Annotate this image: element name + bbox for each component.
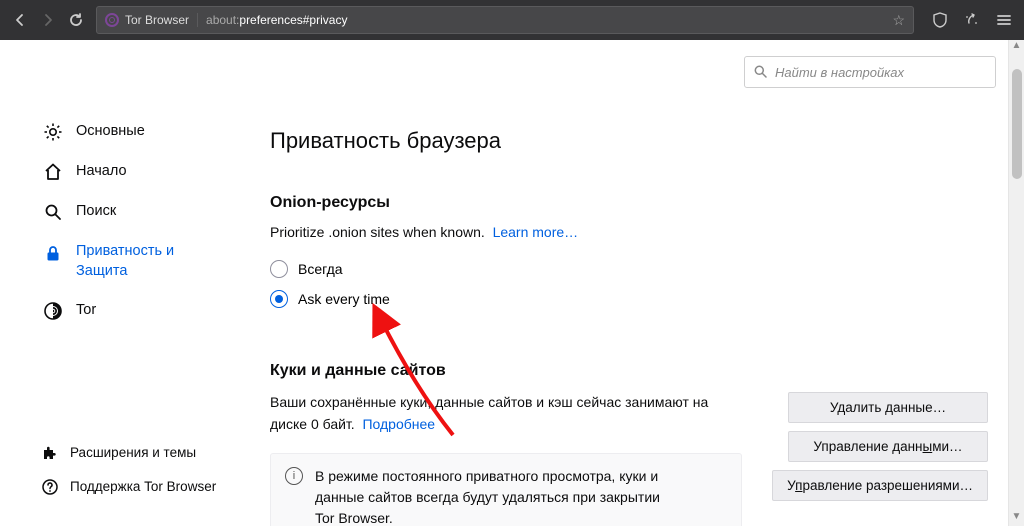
onion-radio-ask[interactable]: Ask every time bbox=[270, 284, 988, 314]
clear-data-button[interactable]: Удалить данные… bbox=[788, 392, 988, 423]
scroll-up-arrow[interactable]: ▲ bbox=[1012, 40, 1022, 51]
sidebar-item-privacy[interactable]: Приватность и Защита bbox=[40, 232, 248, 291]
preferences-content: Приватность браузера Onion-ресурсы Prior… bbox=[248, 40, 1008, 526]
home-icon bbox=[42, 162, 64, 182]
tor-icon bbox=[42, 301, 64, 321]
manage-permissions-button[interactable]: Управление разрешениями… bbox=[772, 470, 988, 501]
cookies-size-text: Ваши сохранённые куки, данные сайтов и к… bbox=[270, 392, 742, 435]
menu-button[interactable] bbox=[990, 6, 1018, 34]
permanent-private-info: i В режиме постоянного приватного просмо… bbox=[270, 453, 742, 526]
identity-label: Tor Browser bbox=[125, 13, 198, 27]
help-icon bbox=[40, 478, 60, 496]
cookies-heading: Куки и данные сайтов bbox=[270, 362, 988, 380]
sidebar-item-tor[interactable]: Tor bbox=[40, 291, 248, 331]
search-preferences bbox=[744, 56, 996, 88]
info-text: В режиме постоянного приватного просмотр… bbox=[315, 466, 675, 526]
scroll-thumb[interactable] bbox=[1012, 69, 1022, 179]
url-bar[interactable]: Tor Browser about:preferences#privacy ☆ bbox=[96, 6, 914, 34]
sidebar-item-general[interactable]: Основные bbox=[40, 112, 248, 152]
page-title: Приватность браузера bbox=[270, 128, 988, 154]
puzzle-icon bbox=[40, 444, 60, 462]
reload-button[interactable] bbox=[62, 6, 90, 34]
sidebar-item-label: Tor bbox=[76, 301, 96, 321]
onion-desc: Prioritize .onion sites when known. Lear… bbox=[270, 224, 988, 240]
shield-icon[interactable] bbox=[926, 6, 954, 34]
search-icon bbox=[753, 64, 768, 79]
browser-chrome: Tor Browser about:preferences#privacy ☆ bbox=[0, 0, 1024, 40]
manage-data-button[interactable]: Управление данными… bbox=[788, 431, 988, 462]
sidebar-item-label: Начало bbox=[76, 162, 127, 182]
scroll-down-arrow[interactable]: ▼ bbox=[1012, 511, 1022, 522]
tor-onion-icon bbox=[105, 13, 119, 27]
search-icon bbox=[42, 202, 64, 222]
new-identity-icon[interactable] bbox=[958, 6, 986, 34]
radio-label: Всегда bbox=[298, 261, 343, 277]
onion-radio-always[interactable]: Всегда bbox=[270, 254, 988, 284]
sidebar-item-search[interactable]: Поиск bbox=[40, 192, 248, 232]
url-text: about:preferences#privacy bbox=[198, 13, 347, 27]
sidebar-item-home[interactable]: Начало bbox=[40, 152, 248, 192]
bookmark-star-icon[interactable]: ☆ bbox=[892, 12, 905, 29]
sidebar-item-label: Приватность и Защита bbox=[76, 242, 206, 281]
info-icon: i bbox=[285, 467, 303, 485]
cookies-more-link[interactable]: Подробнее bbox=[362, 416, 435, 432]
sidebar-item-label: Основные bbox=[76, 122, 145, 142]
learn-more-link[interactable]: Learn more… bbox=[493, 224, 579, 240]
onion-heading: Onion-ресурсы bbox=[270, 194, 988, 212]
preferences-sidebar: Основные Начало Поиск Приватность и Защи… bbox=[0, 40, 248, 526]
forward-button[interactable] bbox=[34, 6, 62, 34]
search-input[interactable] bbox=[744, 56, 996, 88]
lock-icon bbox=[42, 244, 64, 264]
radio-icon bbox=[270, 290, 288, 308]
sidebar-item-label: Поддержка Tor Browser bbox=[70, 478, 216, 496]
radio-label: Ask every time bbox=[298, 291, 390, 307]
sidebar-item-support[interactable]: Поддержка Tor Browser bbox=[40, 470, 216, 504]
sidebar-item-label: Поиск bbox=[76, 202, 116, 222]
sidebar-item-addons[interactable]: Расширения и темы bbox=[40, 436, 216, 470]
gear-icon bbox=[42, 122, 64, 142]
radio-icon bbox=[270, 260, 288, 278]
back-button[interactable] bbox=[6, 6, 34, 34]
vertical-scrollbar[interactable]: ▲ ▼ bbox=[1008, 40, 1024, 526]
sidebar-item-label: Расширения и темы bbox=[70, 444, 196, 462]
